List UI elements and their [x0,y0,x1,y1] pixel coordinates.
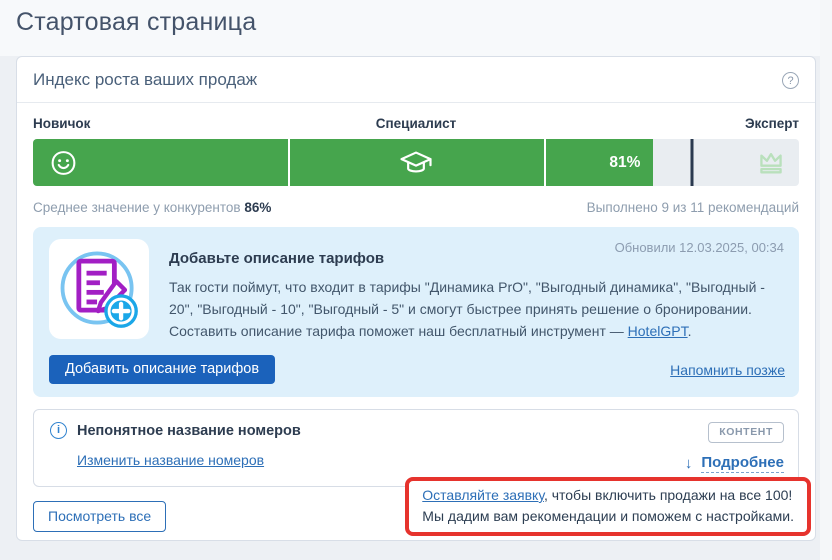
sales-growth-index-card: Индекс роста ваших продаж ? Новичок Спец… [16,56,816,541]
tariff-description-illustration [49,239,149,339]
leave-request-link[interactable]: Оставляйте заявку [422,487,544,503]
callout-box: Оставляйте заявку, чтобы включить продаж… [405,477,811,536]
callout-line1: Оставляйте заявку, чтобы включить продаж… [422,487,793,503]
issue-title: Непонятное название номеров [77,422,301,439]
hotelgpt-link[interactable]: HotelGPT [628,323,688,339]
progress-percent-label: 81% [609,153,641,171]
change-room-names-link[interactable]: Изменить название номеров [77,452,264,468]
segment-divider [288,139,291,186]
recommendation-panel: Обновили 12.03.2025, 00:34 Добавьте опис… [33,227,799,397]
card-title: Индекс роста ваших продаж [33,70,258,89]
progress-meta-row: Среднее значение у конкурентов 86% Выпол… [17,186,815,215]
competitor-average-text: Среднее значение у конкурентов 86% [33,200,272,215]
page-title: Стартовая страница [16,8,257,36]
specialist-graduation-cap-icon [399,148,434,177]
level-label-novice: Новичок [33,116,91,131]
view-all-button[interactable]: Посмотреть все [33,501,167,532]
details-link[interactable]: Подробнее [701,454,784,473]
completed-recommendations-text: Выполнено 9 из 11 рекомендаций [586,200,799,215]
level-label-expert: Эксперт [744,116,799,131]
card-header: Индекс роста ваших продаж ? [17,57,815,103]
level-labels-row: Новичок Специалист Эксперт [17,103,815,139]
level-label-specialist: Специалист [375,116,457,131]
segment-divider [543,139,546,186]
novice-smiley-icon [48,147,79,178]
expert-crown-icon [756,149,786,176]
content-badge: КОНТЕНТ [708,422,784,443]
remind-later-link[interactable]: Напомнить позже [670,362,785,378]
updated-timestamp: Обновили 12.03.2025, 00:34 [614,240,784,255]
progress-fill [33,139,654,186]
recommendation-body: Так гости поймут, что входит в тарифы "Д… [169,279,765,339]
info-icon: i [50,422,67,439]
scrollbar-track[interactable] [820,0,832,560]
competitor-average-tick [690,139,694,186]
arrow-down-icon: ↓ [684,455,693,472]
issue-box: i Непонятное название номеров Изменить н… [33,409,799,487]
add-tariff-description-button[interactable]: Добавить описание тарифов [49,355,276,384]
competitor-average-value: 86% [244,200,272,215]
progress-bar: 81% [33,139,799,186]
help-icon[interactable]: ? [782,71,799,89]
callout-line2: Мы дадим вам рекомендации и поможем с на… [422,508,794,524]
